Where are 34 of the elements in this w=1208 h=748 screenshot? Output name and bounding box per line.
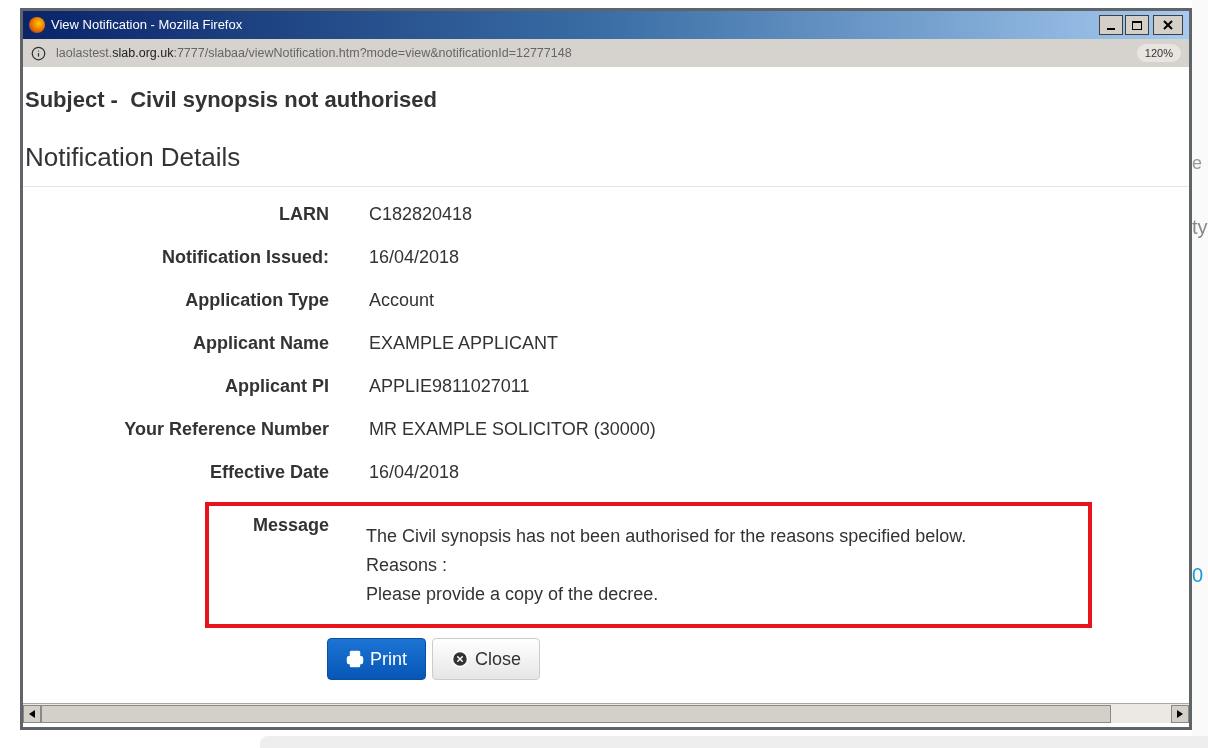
message-text: Please provide a copy of the decree.: [366, 583, 660, 606]
maximize-button[interactable]: [1125, 15, 1149, 35]
close-button[interactable]: Close: [432, 638, 541, 680]
message-text: Reasons :: [366, 554, 449, 577]
zoom-level-badge[interactable]: 120%: [1136, 43, 1181, 63]
page-text: ty: [1192, 215, 1208, 240]
field-label: Applicant Name: [191, 332, 329, 355]
field-value: 16/04/2018: [369, 246, 460, 269]
field-value: APPLIE9811027011: [369, 375, 530, 398]
subject-label: Subject -: [25, 86, 119, 114]
close-window-button[interactable]: [1153, 15, 1183, 35]
field-value: 16/04/2018: [369, 461, 460, 484]
subject-text: Civil synopsis not authorised: [129, 86, 437, 114]
info-icon[interactable]: [31, 45, 46, 61]
minimize-button[interactable]: [1099, 15, 1123, 35]
field-label: Notification Issued:: [161, 246, 329, 269]
field-value: C182820418: [369, 203, 473, 226]
field-label: Applicant PI: [224, 375, 329, 398]
field-value: Account: [369, 289, 435, 312]
close-icon: [1163, 20, 1173, 30]
field-label: Effective Date: [208, 461, 329, 484]
field-label: LARN: [278, 203, 329, 226]
print-button[interactable]: Print: [327, 638, 426, 680]
field-value: EXAMPLE APPLICANT: [369, 332, 559, 355]
field-label: Your Reference Number: [123, 418, 329, 441]
field-value: MR EXAMPLE SOLICITOR (30000): [369, 418, 656, 441]
field-label: Application Type: [184, 289, 329, 312]
page-text: e: [1192, 152, 1202, 175]
message-text: The Civil synopsis has not been authorised for the reasons specified below.: [366, 525, 967, 548]
field-label: Message: [251, 514, 329, 537]
window-title: View Notification - Mozilla Firefox: [51, 16, 243, 35]
section-heading: Notification Details: [24, 142, 241, 172]
url-text: laolastest.slab.org.uk:7777/slabaa/viewNotification.htm?mode=view&notificationId=12777148: [56, 44, 572, 62]
close-circle-icon: [451, 650, 469, 668]
